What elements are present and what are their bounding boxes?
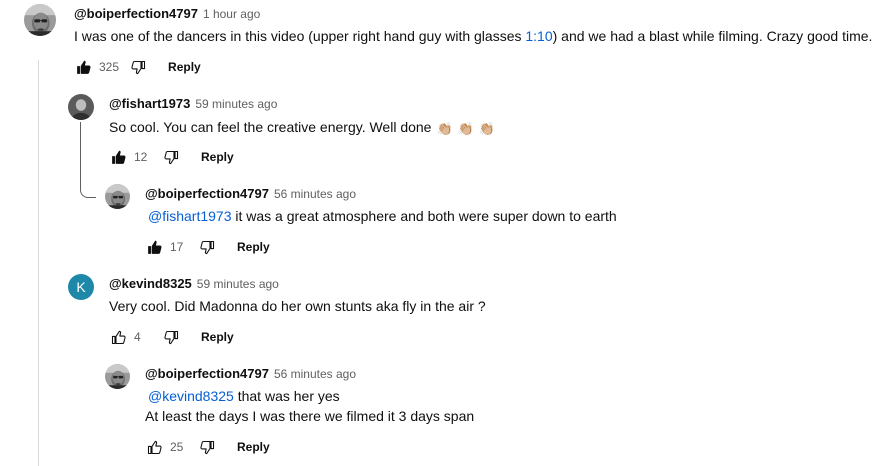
comment-author[interactable]: @fishart1973	[109, 96, 190, 111]
thumbs-down-icon[interactable]	[198, 238, 216, 256]
reply-button[interactable]: Reply	[197, 150, 238, 164]
like-count: 325	[99, 60, 120, 74]
comment-author[interactable]: @kevind8325	[109, 276, 192, 291]
comment-actions: 17 Reply	[145, 237, 274, 257]
comment-time[interactable]: 59 minutes ago	[195, 97, 277, 111]
comment-header: @boiperfection4797 1 hour ago	[74, 6, 260, 21]
reply-button[interactable]: Reply	[233, 440, 274, 454]
like-count: 25	[170, 440, 184, 454]
thumbs-down-icon[interactable]	[198, 438, 216, 456]
comment-text: @fishart1973 it was a great atmosphere a…	[148, 208, 617, 224]
comment-text: I was one of the dancers in this video (…	[74, 28, 873, 44]
avatar[interactable]	[105, 184, 130, 209]
comment-time[interactable]: 56 minutes ago	[274, 187, 356, 201]
comment-author[interactable]: @boiperfection4797	[145, 186, 269, 201]
clap-emoji: 👏🏼	[457, 121, 474, 136]
comment-time[interactable]: 56 minutes ago	[274, 367, 356, 381]
mention-link[interactable]: @fishart1973	[148, 208, 231, 224]
thumbs-up-icon[interactable]	[74, 58, 92, 76]
comment-text: Very cool. Did Madonna do her own stunts…	[109, 298, 486, 314]
comment-header: @boiperfection4797 56 minutes ago	[145, 366, 356, 381]
like-count: 12	[134, 150, 148, 164]
clap-emoji: 👏🏼	[478, 121, 496, 136]
comment-author[interactable]: @boiperfection4797	[74, 6, 198, 21]
reply-connector	[80, 122, 96, 198]
like-count: 17	[170, 240, 184, 254]
reply-button[interactable]: Reply	[197, 330, 238, 344]
thumbs-down-icon[interactable]	[162, 328, 180, 346]
timestamp-link[interactable]: 1:10	[525, 28, 552, 44]
comment-actions: 12 Reply	[109, 147, 238, 167]
clap-emoji: 👏🏼	[436, 121, 453, 136]
comment-text: So cool. You can feel the creative energ…	[109, 117, 495, 139]
avatar[interactable]	[68, 94, 94, 120]
avatar[interactable]: K	[68, 274, 94, 300]
reply-button[interactable]: Reply	[233, 240, 274, 254]
comment-actions: 25 Reply	[145, 437, 274, 457]
thumbs-down-icon[interactable]	[129, 58, 147, 76]
comment-time[interactable]: 1 hour ago	[203, 7, 260, 21]
thumbs-up-icon[interactable]	[109, 328, 127, 346]
avatar[interactable]	[105, 364, 130, 389]
thumbs-up-icon[interactable]	[145, 238, 163, 256]
thread-line	[38, 60, 39, 466]
comment-header: @fishart1973 59 minutes ago	[109, 96, 277, 111]
comment-header: @kevind8325 59 minutes ago	[109, 276, 279, 291]
comment-header: @boiperfection4797 56 minutes ago	[145, 186, 356, 201]
thumbs-up-icon[interactable]	[109, 148, 127, 166]
comment-actions: 4 Reply	[109, 327, 238, 347]
reply-button[interactable]: Reply	[164, 60, 205, 74]
comment-text-line: At least the days I was there we filmed …	[145, 408, 475, 424]
comment-author[interactable]: @boiperfection4797	[145, 366, 269, 381]
comment-text: @kevind8325 that was her yes	[148, 388, 340, 404]
like-count: 4	[134, 330, 141, 344]
avatar[interactable]	[24, 4, 56, 36]
comment-actions: 325 Reply	[74, 57, 205, 77]
avatar-letter: K	[76, 279, 86, 295]
mention-link[interactable]: @kevind8325	[148, 388, 234, 404]
comment-time[interactable]: 59 minutes ago	[197, 277, 279, 291]
thumbs-up-icon[interactable]	[145, 438, 163, 456]
thumbs-down-icon[interactable]	[162, 148, 180, 166]
